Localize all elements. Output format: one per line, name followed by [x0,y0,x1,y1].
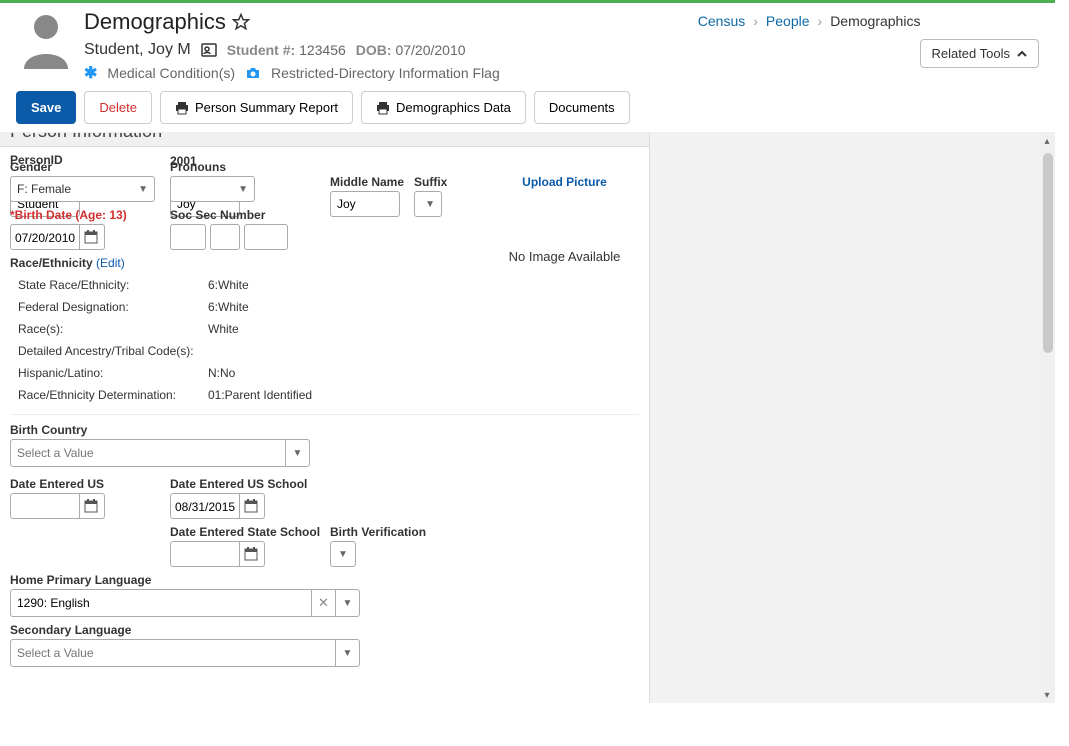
upload-picture-link[interactable]: Upload Picture [490,175,639,189]
date-state-school-label: Date Entered State School [170,525,330,539]
page-title: Demographics [84,9,226,35]
dob-value: 07/20/2010 [395,42,465,58]
ssn-part3[interactable] [244,224,288,250]
crumb-people[interactable]: People [766,13,810,29]
birthdate-picker-button[interactable] [79,225,101,249]
date-state-school-picker-button[interactable] [239,542,261,566]
races-value: White [208,322,239,336]
no-image-text: No Image Available [490,249,639,264]
student-number-label: Student #: [227,42,295,58]
chevron-down-icon[interactable]: ▼ [335,590,359,616]
home-lang-label: Home Primary Language [10,573,639,587]
ssn-part1[interactable] [170,224,206,250]
ssn-part2[interactable] [210,224,240,250]
chevron-right-icon: › [753,13,758,29]
determination-value: 01:Parent Identified [208,388,312,402]
breadcrumb: Census › People › Demographics [698,9,921,29]
sec-lang-select[interactable]: ▼ [10,639,360,667]
date-state-school-input[interactable] [171,542,239,567]
fed-desig-value: 6:White [208,300,249,314]
date-us-input[interactable] [11,494,79,519]
calendar-icon [244,499,258,513]
fed-desig-label: Federal Designation: [18,300,208,314]
date-us-school-input[interactable] [171,494,239,519]
crumb-current: Demographics [830,13,920,29]
suffix-select[interactable]: ▼ [414,191,442,217]
hispanic-value: N:No [208,366,235,380]
avatar-icon [16,9,76,69]
calendar-icon [84,499,98,513]
birthdate-label: *Birth Date (Age: 13) [10,208,170,222]
hispanic-label: Hispanic/Latino: [18,366,208,380]
pronouns-select[interactable]: ▼ [170,176,255,202]
print-icon [175,101,189,115]
date-us-label: Date Entered US [10,477,170,491]
clear-icon[interactable]: ✕ [311,590,335,616]
middlename-input[interactable] [330,191,400,217]
race-label: Race/Ethnicity [10,256,93,270]
ancestry-label: Detailed Ancestry/Tribal Code(s): [18,344,208,358]
section-header: Person Information [0,133,649,147]
favorite-star-icon[interactable] [232,13,250,31]
calendar-icon [84,230,98,244]
scroll-up-button[interactable]: ▴ [1039,133,1055,149]
birthdate-input[interactable] [11,225,79,250]
date-us-school-label: Date Entered US School [170,477,330,491]
middlename-label: Middle Name [330,175,404,189]
state-race-value: 6:White [208,278,249,292]
chevron-down-icon[interactable]: ▼ [285,440,309,466]
chevron-right-icon: › [818,13,823,29]
student-name: Student, Joy M [84,41,191,59]
chevron-up-icon [1016,48,1028,60]
state-race-label: State Race/Ethnicity: [18,278,208,292]
chevron-down-icon[interactable]: ▼ [335,640,359,666]
scroll-down-button[interactable]: ▾ [1039,687,1055,703]
ssn-label: Soc Sec Number [170,208,330,222]
determination-label: Race/Ethnicity Determination: [18,388,208,402]
gender-select[interactable]: F: Female▼ [10,176,155,202]
person-summary-report-button[interactable]: Person Summary Report [160,91,353,124]
camera-icon [245,65,261,81]
suffix-label: Suffix [414,175,447,189]
medical-icon: ✱ [84,63,97,83]
home-lang-select[interactable]: ✕ ▼ [10,589,360,617]
race-edit-link[interactable]: (Edit) [96,256,125,270]
birth-country-label: Birth Country [10,423,639,437]
scroll-thumb[interactable] [1043,153,1053,353]
races-label: Race(s): [18,322,208,336]
id-badge-icon [201,42,217,58]
print-icon [376,101,390,115]
dob-label: DOB: [356,42,392,58]
medical-flag: Medical Condition(s) [107,65,235,81]
birth-verif-select[interactable]: ▼ [330,541,356,567]
delete-button[interactable]: Delete [84,91,152,124]
pronouns-label: Pronouns [170,160,330,174]
gender-label: Gender [10,160,170,174]
demographics-data-button[interactable]: Demographics Data [361,91,526,124]
save-button[interactable]: Save [16,91,76,124]
sec-lang-label: Secondary Language [10,623,639,637]
scrollbar[interactable]: ▴ ▾ [1039,133,1055,703]
birth-verif-label: Birth Verification [330,525,490,539]
birth-country-select[interactable]: ▼ [10,439,310,467]
student-number: 123456 [299,42,346,58]
crumb-census[interactable]: Census [698,13,745,29]
date-us-picker-button[interactable] [79,494,101,518]
related-tools-button[interactable]: Related Tools [920,39,1039,68]
date-us-school-picker-button[interactable] [239,494,261,518]
restricted-flag: Restricted-Directory Information Flag [271,65,500,81]
calendar-icon [244,547,258,561]
documents-button[interactable]: Documents [534,91,630,124]
